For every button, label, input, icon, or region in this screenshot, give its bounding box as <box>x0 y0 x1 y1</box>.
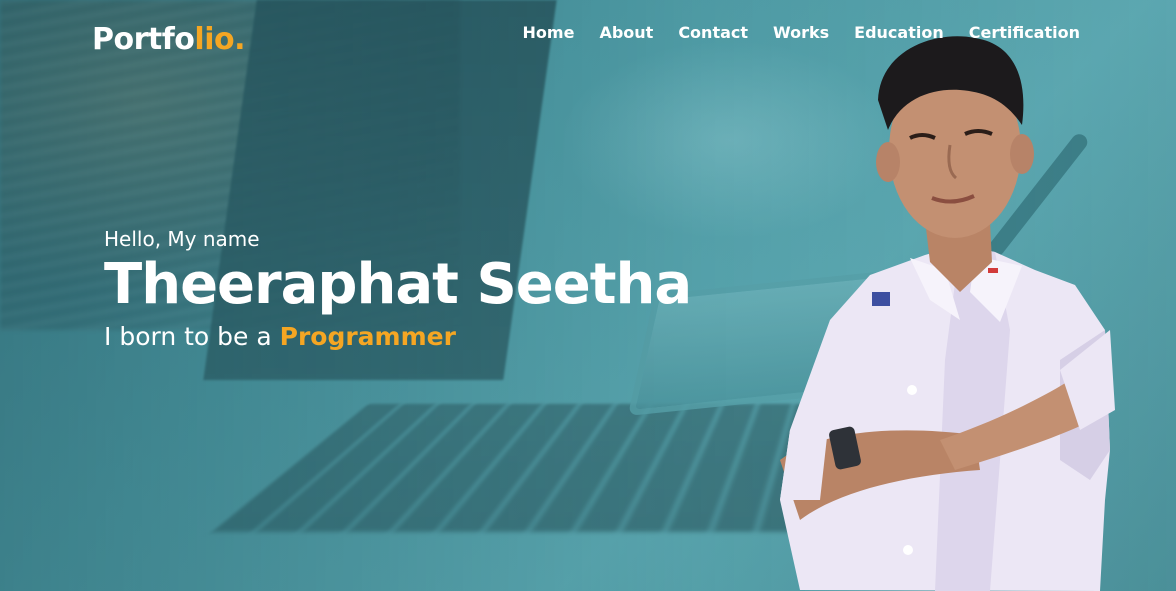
hero-tagline: I born to be a Programmer <box>104 320 744 354</box>
nav-link-about[interactable]: About <box>599 23 653 42</box>
nav-link-education[interactable]: Education <box>854 23 944 42</box>
site-logo[interactable]: Portfolio. <box>92 22 245 57</box>
hero-intro: Hello, My name Theeraphat Seetha I born … <box>104 226 744 354</box>
nav-link-certification[interactable]: Certification <box>969 23 1080 42</box>
navbar: Portfolio. Home About Contact Works Educ… <box>0 0 1176 70</box>
nav-link-home[interactable]: Home <box>523 23 575 42</box>
hero-greeting: Hello, My name <box>104 226 744 252</box>
hero-tagline-role: Programmer <box>280 322 456 351</box>
nav-menu: Home About Contact Works Education Certi… <box>523 23 1080 42</box>
hero-tagline-prefix: I born to be a <box>104 322 280 351</box>
logo-accent-text: lio. <box>194 22 245 57</box>
hero-name: Theeraphat Seetha <box>104 254 744 316</box>
hero-section: Portfolio. Home About Contact Works Educ… <box>0 0 1176 591</box>
nav-link-contact[interactable]: Contact <box>678 23 748 42</box>
logo-text: Portfo <box>92 22 194 57</box>
nav-link-works[interactable]: Works <box>773 23 829 42</box>
portrait-photo <box>760 30 1130 591</box>
